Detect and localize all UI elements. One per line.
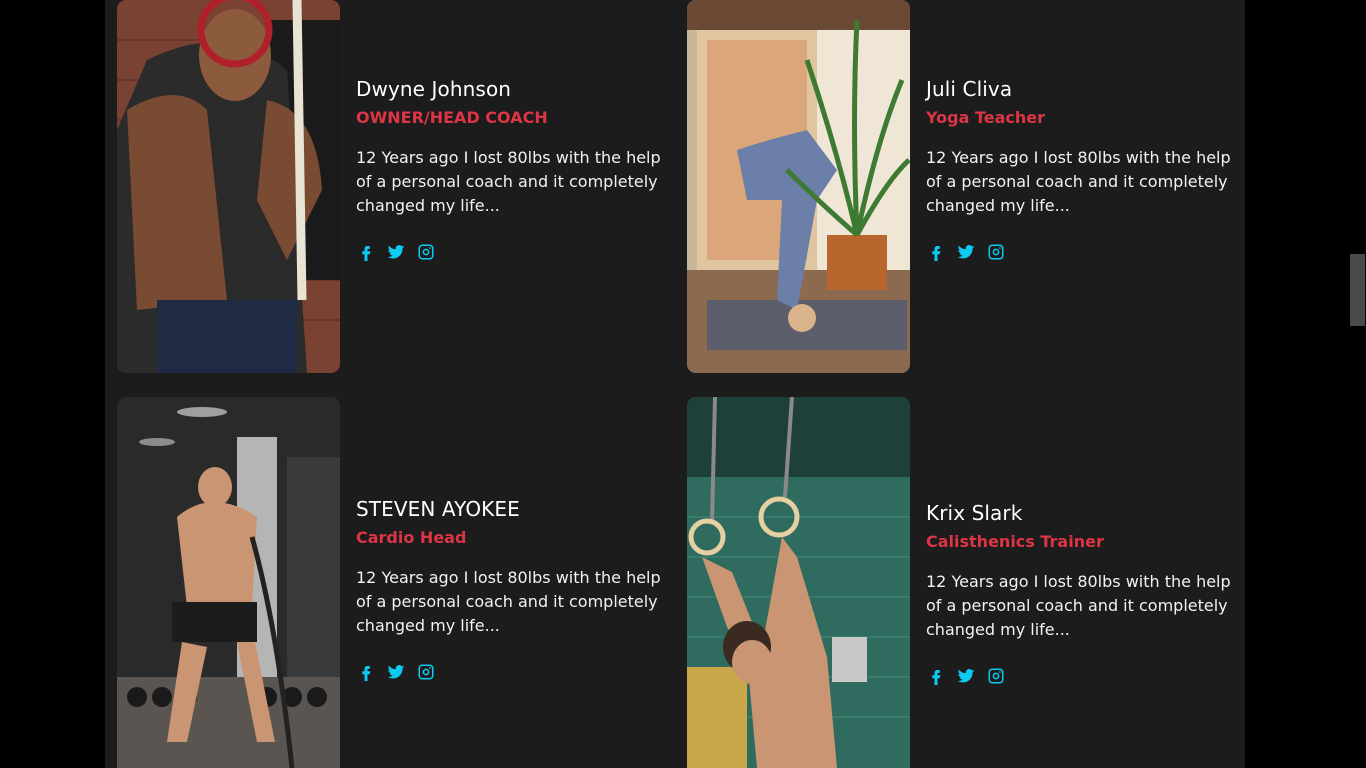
trainer-role: Calisthenics Trainer <box>926 532 1104 551</box>
trainer-name: STEVEN AYOKEE <box>356 497 520 521</box>
instagram-icon[interactable] <box>986 242 1006 262</box>
twitter-icon[interactable] <box>386 662 406 682</box>
trainer-bio: 12 Years ago I lost 80lbs with the help … <box>356 568 661 635</box>
facebook-icon[interactable] <box>926 666 946 686</box>
instagram-icon[interactable] <box>416 242 436 262</box>
trainer-bio: 12 Years ago I lost 80lbs with the help … <box>926 572 1231 639</box>
trainer-photo <box>117 0 340 373</box>
scrollbar-thumb[interactable] <box>1350 254 1365 326</box>
trainer-name: Krix Slark <box>926 501 1023 525</box>
trainer-role: Yoga Teacher <box>926 108 1045 127</box>
trainer-name: Juli Cliva <box>926 77 1013 101</box>
trainer-photo <box>687 397 910 768</box>
social-links <box>926 666 1256 686</box>
social-links <box>356 242 686 262</box>
trainer-photo <box>687 0 910 373</box>
facebook-icon[interactable] <box>356 662 376 682</box>
facebook-icon[interactable] <box>356 242 376 262</box>
trainer-photo <box>117 397 340 768</box>
trainer-name: Dwyne Johnson <box>356 77 512 101</box>
social-links <box>356 662 686 682</box>
trainer-role: OWNER/HEAD COACH <box>356 108 548 127</box>
facebook-icon[interactable] <box>926 242 946 262</box>
twitter-icon[interactable] <box>956 666 976 686</box>
scrollbar-track[interactable] <box>1349 0 1366 768</box>
trainer-bio: 12 Years ago I lost 80lbs with the help … <box>926 148 1231 215</box>
instagram-icon[interactable] <box>416 662 436 682</box>
trainers-panel: Dwyne Johnson OWNER/HEAD COACH 12 Years … <box>105 0 1245 768</box>
social-links <box>926 242 1256 262</box>
twitter-icon[interactable] <box>386 242 406 262</box>
instagram-icon[interactable] <box>986 666 1006 686</box>
twitter-icon[interactable] <box>956 242 976 262</box>
trainer-bio: 12 Years ago I lost 80lbs with the help … <box>356 148 661 215</box>
viewport: Dwyne Johnson OWNER/HEAD COACH 12 Years … <box>0 0 1366 768</box>
trainer-role: Cardio Head <box>356 528 467 547</box>
